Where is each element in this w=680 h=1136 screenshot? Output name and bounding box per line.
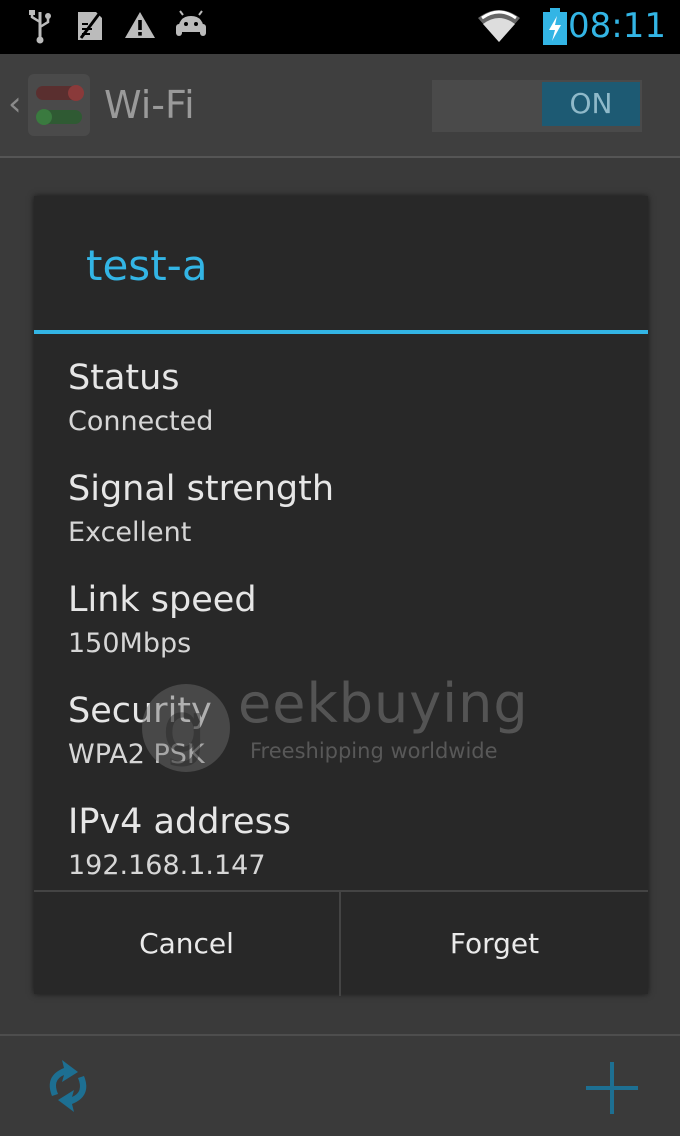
field-label: Status <box>68 358 180 398</box>
network-details-dialog: test-a Status Connected Signal strength … <box>34 196 648 996</box>
no-sim-icon <box>78 12 102 40</box>
dialog-title: test-a <box>86 241 208 290</box>
field-label: Signal strength <box>68 469 335 509</box>
wifi-toggle[interactable]: ON <box>432 80 642 132</box>
app-bar: ‹ Wi-Fi ON <box>0 54 680 158</box>
usb-icon <box>29 10 51 44</box>
field-label: Security <box>68 691 212 731</box>
field-value: Excellent <box>68 517 192 548</box>
screen: 08:11 ‹ Wi-Fi ON test-a Status Connected… <box>0 0 680 1136</box>
field-label: IPv4 address <box>68 802 292 842</box>
dialog-body[interactable]: Status Connected Signal strength Excelle… <box>34 334 648 888</box>
field-link-speed: Link speed 150Mbps <box>68 578 628 662</box>
field-status: Status Connected <box>68 356 628 440</box>
android-icon <box>176 10 206 36</box>
add-icon[interactable] <box>584 1060 640 1116</box>
field-value: WPA2 PSK <box>68 739 205 770</box>
warning-icon <box>125 12 155 38</box>
field-signal-strength: Signal strength Excellent <box>68 467 628 551</box>
field-ipv4-address: IPv4 address 192.168.1.147 <box>68 800 628 884</box>
field-value: 192.168.1.147 <box>68 850 266 881</box>
dialog-button-row: Cancel Forget <box>34 890 648 996</box>
page-title: Wi-Fi <box>104 83 195 127</box>
forget-button[interactable]: Forget <box>341 892 648 996</box>
field-value: Connected <box>68 406 214 437</box>
field-label: Link speed <box>68 580 257 620</box>
back-chevron-icon[interactable]: ‹ <box>8 84 22 124</box>
status-bar: 08:11 <box>0 0 680 54</box>
field-security: Security WPA2 PSK <box>68 689 628 773</box>
field-value: 150Mbps <box>68 628 192 659</box>
wifi-icon <box>478 10 520 42</box>
cancel-button[interactable]: Cancel <box>34 892 339 996</box>
clock: 08:11 <box>568 6 666 46</box>
bottom-action-bar <box>0 1034 680 1136</box>
battery-charging-icon <box>543 8 567 45</box>
toggle-on-label: ON <box>542 82 640 126</box>
refresh-icon[interactable] <box>38 1056 98 1116</box>
settings-app-icon[interactable] <box>28 74 90 136</box>
